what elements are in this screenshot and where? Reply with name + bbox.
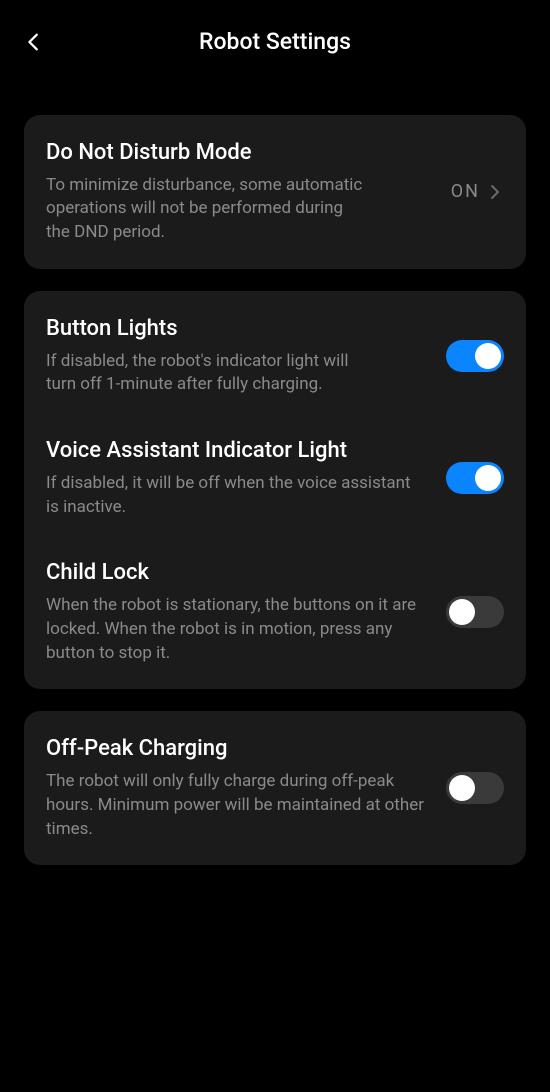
off-peak-toggle[interactable] — [446, 772, 504, 804]
lights-card: Button Lights If disabled, the robot's i… — [24, 291, 526, 689]
voice-assistant-desc: If disabled, it will be off when the voi… — [46, 472, 426, 520]
dnd-value-link[interactable]: ON — [451, 181, 504, 202]
dnd-card[interactable]: Do Not Disturb Mode To minimize disturba… — [24, 115, 526, 269]
child-lock-row: Child Lock When the robot is stationary,… — [46, 559, 504, 665]
dnd-desc: To minimize disturbance, some automatic … — [46, 174, 366, 245]
toggle-knob — [475, 465, 501, 491]
off-peak-row: Off-Peak Charging The robot will only fu… — [46, 735, 504, 841]
dnd-title: Do Not Disturb Mode — [46, 139, 435, 168]
voice-assistant-row: Voice Assistant Indicator Light If disab… — [46, 437, 504, 519]
toggle-knob — [449, 599, 475, 625]
page-title: Robot Settings — [20, 28, 530, 55]
voice-assistant-title: Voice Assistant Indicator Light — [46, 437, 430, 466]
button-lights-text: Button Lights If disabled, the robot's i… — [46, 315, 430, 397]
child-lock-desc: When the robot is stationary, the button… — [46, 594, 426, 665]
child-lock-title: Child Lock — [46, 559, 430, 588]
toggle-knob — [449, 775, 475, 801]
settings-content: Do Not Disturb Mode To minimize disturba… — [0, 75, 550, 865]
button-lights-row: Button Lights If disabled, the robot's i… — [46, 315, 504, 397]
dnd-text: Do Not Disturb Mode To minimize disturba… — [46, 139, 435, 245]
button-lights-desc: If disabled, the robot's indicator light… — [46, 350, 366, 398]
child-lock-toggle[interactable] — [446, 596, 504, 628]
chevron-right-icon — [486, 183, 504, 201]
voice-assistant-text: Voice Assistant Indicator Light If disab… — [46, 437, 430, 519]
off-peak-card: Off-Peak Charging The robot will only fu… — [24, 711, 526, 865]
dnd-row: Do Not Disturb Mode To minimize disturba… — [46, 139, 504, 245]
chevron-left-icon — [23, 31, 45, 53]
off-peak-desc: The robot will only fully charge during … — [46, 770, 426, 841]
button-lights-toggle[interactable] — [446, 340, 504, 372]
dnd-value: ON — [451, 181, 480, 202]
header: Robot Settings — [0, 0, 550, 75]
off-peak-title: Off-Peak Charging — [46, 735, 430, 764]
back-button[interactable] — [20, 28, 48, 56]
button-lights-title: Button Lights — [46, 315, 430, 344]
child-lock-text: Child Lock When the robot is stationary,… — [46, 559, 430, 665]
off-peak-text: Off-Peak Charging The robot will only fu… — [46, 735, 430, 841]
toggle-knob — [475, 343, 501, 369]
voice-assistant-toggle[interactable] — [446, 462, 504, 494]
